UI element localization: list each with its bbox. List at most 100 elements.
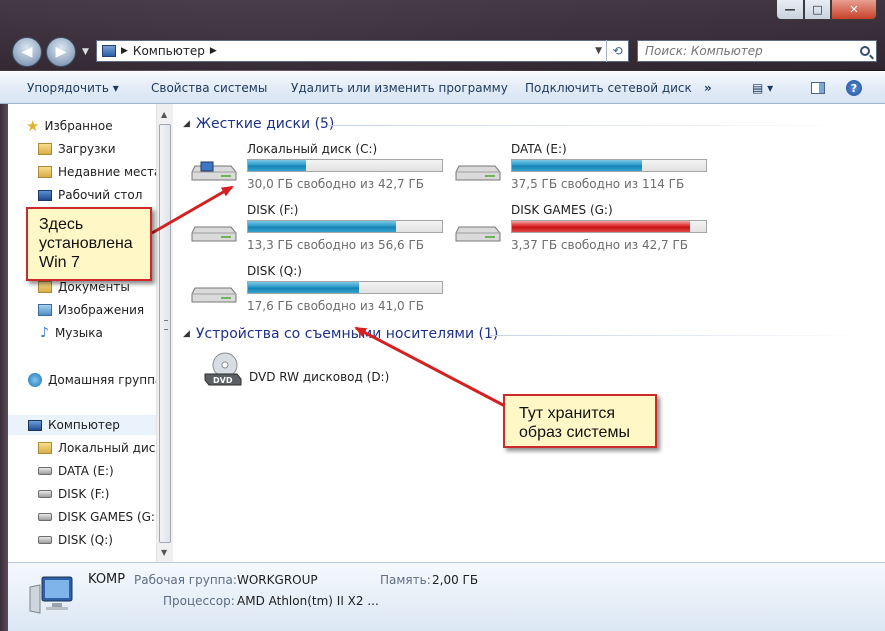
drive-name: DISK GAMES (G:) xyxy=(511,203,613,217)
system-drive-icon xyxy=(38,442,52,454)
arrow-right-icon: ▶ xyxy=(55,44,67,60)
uninstall-program-button[interactable]: Удалить или изменить программу xyxy=(291,81,508,95)
help-button[interactable]: ? xyxy=(846,80,862,96)
nav-downloads[interactable]: Загрузки xyxy=(8,139,116,159)
organize-button[interactable]: Упорядочить ▾ xyxy=(27,81,119,95)
computer-name: KOMP xyxy=(88,572,126,587)
downloads-folder-icon xyxy=(38,143,52,155)
refresh-button[interactable]: ⟲ xyxy=(606,40,628,62)
refresh-icon: ⟲ xyxy=(612,44,623,58)
dvd-drive-icon: DVD xyxy=(204,352,242,386)
removable-group-header[interactable]: ◢ Устройства со съемными носителями (1) xyxy=(183,326,498,342)
nav-homegroup[interactable]: Домашняя группа xyxy=(8,370,156,390)
more-commands-button[interactable]: » xyxy=(704,81,712,95)
computer-icon xyxy=(28,419,42,431)
drive-item[interactable]: DISK (Q:) 17,6 ГБ свободно из 41,0 ГБ xyxy=(191,264,451,320)
search-icon[interactable] xyxy=(860,46,870,56)
nav-computer[interactable]: Компьютер xyxy=(8,415,156,435)
note-line: Здесь xyxy=(39,216,84,233)
nav-drive-c[interactable]: Локальный диск (C:) xyxy=(8,438,156,458)
desktop-icon xyxy=(38,189,52,201)
computer-monitor-icon xyxy=(29,576,73,614)
nav-label: Локальный диск (C:) xyxy=(58,441,156,455)
group-divider xyxy=(327,125,867,126)
dvd-drive-item[interactable]: DVD DVD RW дисковод (D:) xyxy=(203,352,463,392)
dvd-drive-name: DVD RW дисковод (D:) xyxy=(249,370,390,384)
drive-usage-bar xyxy=(511,220,707,233)
nav-label: DATA (E:) xyxy=(58,464,114,478)
workgroup-label: Рабочая группа: xyxy=(134,573,237,587)
dvd-label: DVD xyxy=(213,376,233,385)
nav-favorites[interactable]: ★ Избранное xyxy=(8,116,113,136)
map-network-drive-button[interactable]: Подключить сетевой диск xyxy=(525,81,692,95)
history-dropdown[interactable]: ▼ xyxy=(82,47,89,57)
drive-item[interactable]: DISK (F:) 13,3 ГБ свободно из 56,6 ГБ xyxy=(191,203,451,259)
search-input[interactable] xyxy=(643,43,852,59)
drive-item[interactable]: DISK GAMES (G:) 3,37 ГБ свободно из 42,7 … xyxy=(455,203,715,259)
workgroup-value: WORKGROUP xyxy=(237,573,318,587)
system-drive-icon xyxy=(191,161,237,181)
close-button[interactable]: ✕ xyxy=(831,0,877,20)
nav-recent-places[interactable]: Недавние места xyxy=(8,162,156,182)
memory-label: Память: xyxy=(380,573,431,587)
preview-pane-icon[interactable] xyxy=(811,82,825,94)
address-bar[interactable]: ▶ Компьютер ▶ ▼ ⟲ xyxy=(96,40,629,62)
drive-item[interactable]: Локальный диск (C:) 30,0 ГБ свободно из 4… xyxy=(191,142,451,198)
drive-usage-bar xyxy=(247,220,443,233)
nav-scrollbar[interactable]: ▲ ▼ xyxy=(156,104,173,562)
drive-usage-fill xyxy=(248,221,397,232)
collapse-triangle-icon: ◢ xyxy=(183,329,190,339)
hard-drive-icon xyxy=(191,226,237,242)
title-bar: — □ ✕ ◀ ▶ ▼ ▶ Компьютер ▶ ▼ ⟲ xyxy=(0,0,885,70)
address-dropdown-icon[interactable]: ▼ xyxy=(595,46,602,56)
nav-drive-f[interactable]: DISK (F:) xyxy=(8,484,109,504)
note-line: установлена xyxy=(39,235,133,252)
drive-item[interactable]: DATA (E:) 37,5 ГБ свободно из 114 ГБ xyxy=(455,142,715,198)
content-pane: ◢ Жесткие диски (5) Локальный диск (C:) 3… xyxy=(173,104,885,562)
breadcrumb-separator-icon[interactable]: ▶ xyxy=(210,46,217,56)
forward-button[interactable]: ▶ xyxy=(46,37,76,67)
view-options-button[interactable]: ▤ ▾ xyxy=(752,81,773,95)
breadcrumb-separator-icon[interactable]: ▶ xyxy=(121,46,128,56)
nav-desktop[interactable]: Рабочий стол xyxy=(8,185,142,205)
nav-drive-e[interactable]: DATA (E:) xyxy=(8,461,114,481)
scroll-down-icon[interactable]: ▼ xyxy=(161,548,167,557)
drive-free-space: 37,5 ГБ свободно из 114 ГБ xyxy=(511,177,685,191)
nav-label: DISK GAMES (G:) xyxy=(58,510,156,524)
minimize-button[interactable]: — xyxy=(776,0,804,20)
drive-free-space: 13,3 ГБ свободно из 56,6 ГБ xyxy=(247,238,425,252)
hard-disks-group-header[interactable]: ◢ Жесткие диски (5) xyxy=(183,116,334,132)
drive-usage-bar xyxy=(511,159,707,172)
arrow-left-icon: ◀ xyxy=(21,44,33,60)
drive-usage-fill xyxy=(248,160,307,171)
group-title: Устройства со съемными носителями (1) xyxy=(195,326,499,342)
nav-pictures[interactable]: Изображения xyxy=(8,300,144,320)
drive-name: Локальный диск (C:) xyxy=(247,142,378,156)
nav-drive-q[interactable]: DISK (Q:) xyxy=(8,530,113,550)
star-icon: ★ xyxy=(26,117,40,135)
drive-free-space: 30,0 ГБ свободно из 42,7 ГБ xyxy=(247,177,425,191)
maximize-button[interactable]: □ xyxy=(804,0,831,20)
search-box[interactable] xyxy=(637,40,877,62)
nav-label: DISK (F:) xyxy=(58,487,110,501)
nav-label: Загрузки xyxy=(58,142,116,156)
nav-drive-g[interactable]: DISK GAMES (G:) xyxy=(8,507,156,527)
pictures-icon xyxy=(38,304,52,316)
nav-label: Недавние места xyxy=(58,165,156,179)
nav-label: Компьютер xyxy=(48,418,120,432)
drive-usage-bar xyxy=(247,281,443,294)
homegroup-icon xyxy=(28,373,42,387)
nav-music[interactable]: ♪ Музыка xyxy=(8,323,103,343)
nav-label: Рабочий стол xyxy=(58,188,143,202)
system-properties-button[interactable]: Свойства системы xyxy=(151,81,267,95)
breadcrumb-computer[interactable]: Компьютер xyxy=(133,44,205,58)
nav-label: Избранное xyxy=(44,119,113,133)
scroll-up-icon[interactable]: ▲ xyxy=(161,110,167,119)
back-button[interactable]: ◀ xyxy=(12,37,42,67)
nav-label: Документы xyxy=(58,280,130,294)
drive-usage-fill xyxy=(512,221,691,232)
cpu-label: Процессор: xyxy=(163,594,235,608)
annotation-note-win7: Здесь установлена Win 7 xyxy=(26,207,152,281)
scrollbar-thumb[interactable] xyxy=(159,124,171,543)
note-line: Win 7 xyxy=(39,254,80,271)
